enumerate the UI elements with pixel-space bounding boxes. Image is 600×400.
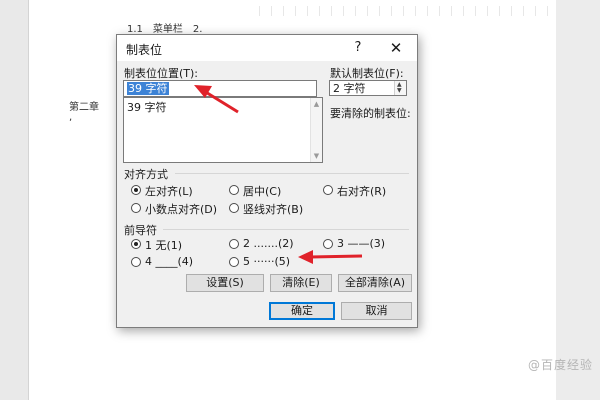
leader-4-label[interactable]: 4 ____(4) (145, 255, 193, 268)
leader-3-label[interactable]: 3 ——(3) (337, 237, 385, 250)
help-button[interactable]: ? (349, 39, 367, 57)
tab-position-list[interactable]: 39 字符 ▲ ▼ (123, 97, 323, 163)
close-button[interactable]: ✕ (387, 39, 405, 57)
spin-down-icon[interactable]: ▼ (397, 88, 402, 94)
divider (175, 173, 409, 174)
doc-heading: 1.1 菜单栏 2. (127, 24, 203, 35)
tab-position-label: 制表位位置(T): (124, 67, 199, 80)
align-right-radio[interactable] (323, 185, 333, 195)
list-item[interactable]: 39 字符 (127, 99, 167, 115)
align-decimal-radio[interactable] (131, 203, 141, 213)
clear-button[interactable]: 清除(E) (270, 274, 332, 292)
align-decimal-label[interactable]: 小数点对齐(D) (145, 201, 217, 217)
leader-2-label[interactable]: 2 .......(2) (243, 237, 294, 250)
default-tab-label: 默认制表位(F): (330, 67, 404, 80)
spin-buttons[interactable]: ▲ ▼ (394, 81, 406, 95)
ruler (259, 6, 589, 16)
leader-group-title: 前导符 (124, 224, 157, 237)
scroll-up-icon[interactable]: ▲ (311, 99, 322, 109)
set-button[interactable]: 设置(S) (186, 274, 264, 292)
tab-position-input[interactable]: 39 字符 (123, 80, 317, 97)
tabs-dialog: 制表位 ? ✕ 制表位位置(T): 39 字符 39 字符 ▲ ▼ 默认制表位(… (116, 34, 418, 328)
leader-4-radio[interactable] (131, 257, 141, 267)
divider (163, 229, 409, 230)
align-bar-radio[interactable] (229, 203, 239, 213)
align-bar-label[interactable]: 竖线对齐(B) (243, 201, 303, 217)
default-tab-input[interactable]: 2 字符 ▲ ▼ (329, 80, 407, 96)
ok-button[interactable]: 确定 (269, 302, 335, 320)
right-margin-area (556, 0, 600, 400)
cancel-button[interactable]: 取消 (341, 302, 412, 320)
watermark: @百度经验 (528, 358, 594, 372)
scroll-down-icon[interactable]: ▼ (311, 151, 322, 161)
align-center-label[interactable]: 居中(C) (243, 183, 281, 199)
clear-all-button[interactable]: 全部清除(A) (338, 274, 412, 292)
leader-5-radio[interactable] (229, 257, 239, 267)
list-scrollbar[interactable]: ▲ ▼ (310, 98, 322, 162)
default-tab-value: 2 字符 (333, 82, 366, 95)
doc-chapter: 第二章 (69, 102, 109, 113)
align-left-radio[interactable] (131, 185, 141, 195)
leader-1-radio[interactable] (131, 239, 141, 249)
clear-tabs-label: 要清除的制表位: (330, 107, 411, 120)
leader-1-label[interactable]: 1 无(1) (145, 237, 182, 253)
dialog-title: 制表位 (126, 43, 163, 57)
align-center-radio[interactable] (229, 185, 239, 195)
align-right-label[interactable]: 右对齐(R) (337, 183, 386, 199)
tab-position-value: 39 字符 (127, 82, 169, 95)
leader-3-radio[interactable] (323, 239, 333, 249)
leader-2-radio[interactable] (229, 239, 239, 249)
alignment-group-title: 对齐方式 (124, 168, 168, 181)
leader-5-label[interactable]: 5 ······(5) (243, 255, 290, 268)
align-left-label[interactable]: 左对齐(L) (145, 183, 193, 199)
doc-mark: , (69, 112, 73, 123)
dialog-titlebar: 制表位 ? ✕ (117, 35, 417, 61)
